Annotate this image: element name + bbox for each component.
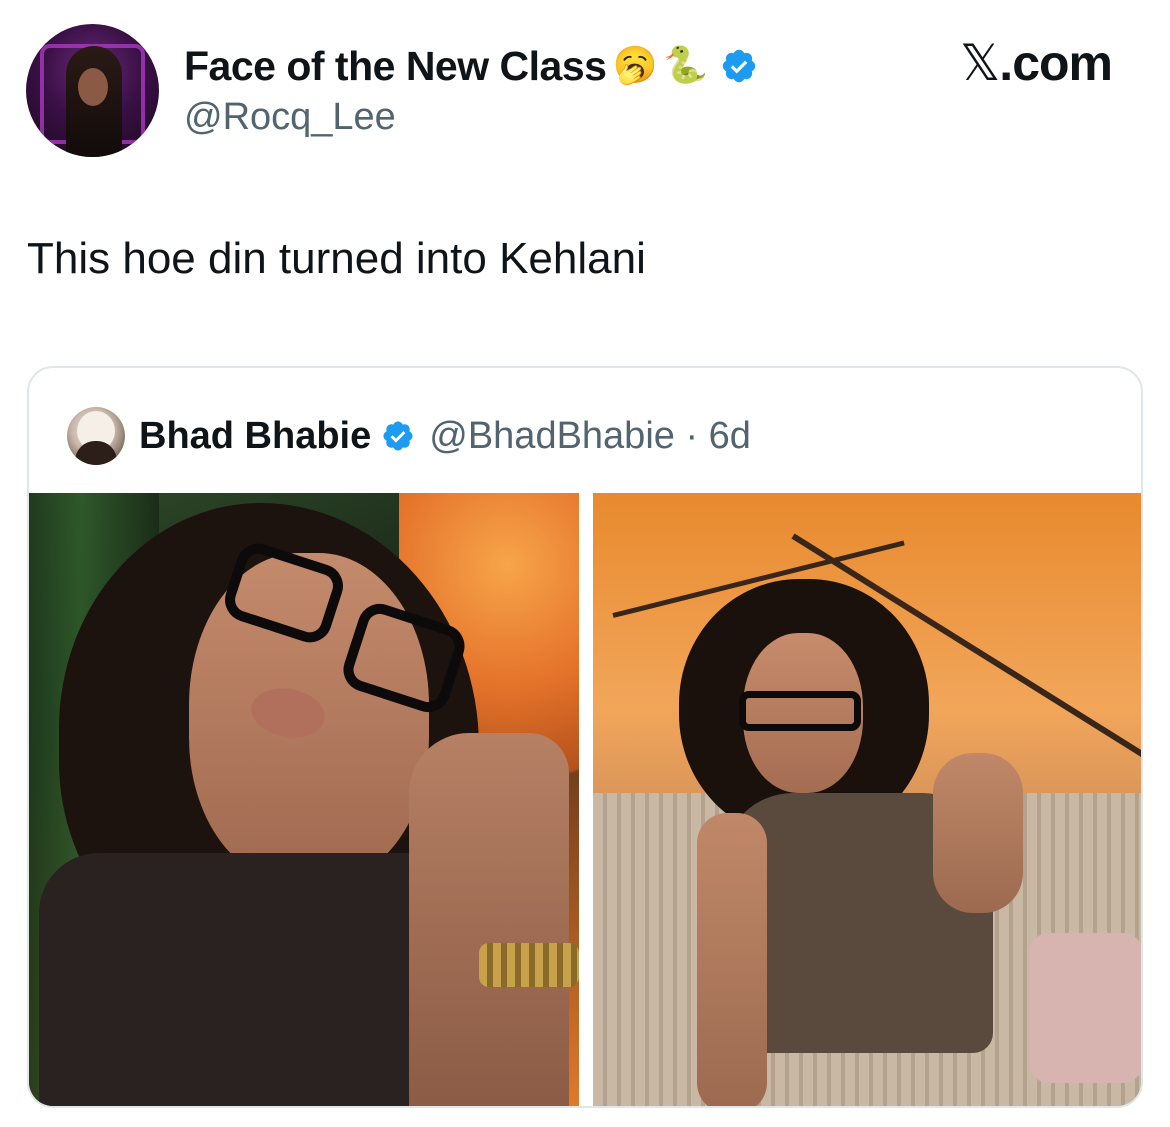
quoted-avatar-body	[75, 441, 117, 465]
tattooed-arm	[933, 753, 1023, 913]
author-avatar[interactable]	[26, 24, 159, 157]
tweet-text: This hoe din turned into Kehlani	[27, 234, 646, 283]
avatar-face	[78, 68, 108, 106]
quoted-tweet-header: Bhad Bhabie @BhadBhabie · 6d	[67, 406, 751, 466]
glasses	[739, 691, 861, 731]
x-com-watermark: 𝕏.com	[960, 34, 1113, 92]
snake-emoji-icon: 🐍	[663, 45, 709, 86]
gold-bracelets	[479, 943, 579, 987]
quoted-media-grid	[29, 493, 1141, 1106]
quoted-author-avatar[interactable]	[67, 407, 125, 465]
media-photo-right[interactable]	[593, 493, 1141, 1106]
brand-domain-suffix: .com	[999, 35, 1113, 91]
verified-badge-icon	[722, 49, 756, 83]
media-photo-left[interactable]	[29, 493, 579, 1106]
x-logo-icon: 𝕏	[960, 34, 1000, 92]
yawning-face-emoji-icon: 🥱	[612, 45, 658, 86]
pink-handbag	[1029, 933, 1141, 1083]
quoted-tweet-card[interactable]: Bhad Bhabie @BhadBhabie · 6d	[27, 366, 1143, 1108]
author-name-row[interactable]: Face of the New Class 🥱 🐍	[184, 40, 758, 92]
tweet-header: Face of the New Class 🥱 🐍 @Rocq_Lee 𝕏.co…	[26, 24, 1146, 159]
quoted-author-name[interactable]: Bhad Bhabie	[139, 415, 371, 458]
author-handle[interactable]: @Rocq_Lee	[184, 96, 396, 139]
tattooed-arm	[697, 813, 767, 1106]
quoted-handle-and-timestamp[interactable]: @BhadBhabie · 6d	[429, 415, 751, 458]
tattooed-arm	[409, 733, 569, 1106]
author-display-name[interactable]: Face of the New Class	[184, 43, 607, 90]
quoted-verified-badge-icon	[383, 421, 413, 451]
